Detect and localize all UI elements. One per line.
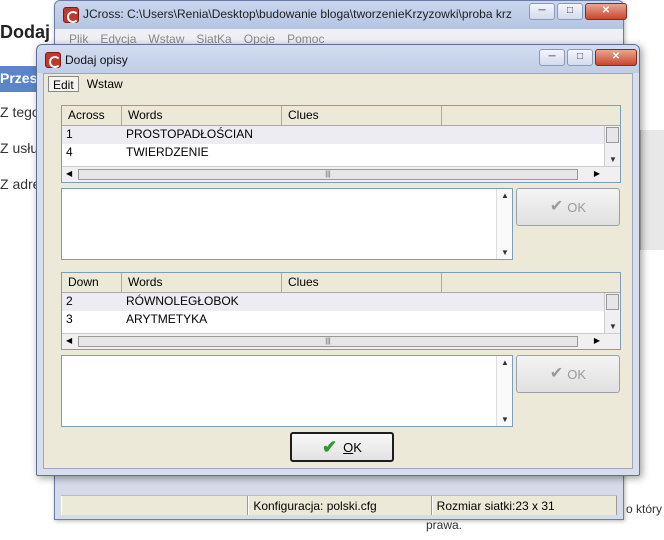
row-number: 4 — [66, 145, 73, 159]
menu-edit[interactable]: Edit — [48, 76, 79, 92]
check-icon: ✔ — [549, 198, 564, 215]
scroll-left-icon[interactable]: ◀ — [66, 336, 72, 345]
vertical-scrollbar[interactable]: ▲ ▼ — [496, 356, 512, 426]
horizontal-scrollbar[interactable]: ◀ ||| ▶ — [62, 166, 620, 182]
dialog-window-controls: ─ □ ✕ — [539, 49, 637, 66]
col-header-clues[interactable]: Clues — [282, 106, 442, 125]
menu-wstaw[interactable]: Wstaw — [83, 76, 127, 92]
across-clue-input[interactable]: ▲ ▼ — [61, 188, 513, 260]
scroll-down-icon[interactable]: ▼ — [609, 322, 617, 331]
vertical-scrollbar[interactable]: ▼ — [604, 293, 620, 333]
scroll-up-icon[interactable]: ▲ — [501, 358, 509, 367]
bg-side-panel — [640, 130, 664, 250]
row-word: TWIERDZENIE — [126, 145, 209, 159]
row-word: RÓWNOLEGŁOBOK — [126, 294, 239, 308]
dodaj-opisy-dialog: Dodaj opisy ─ □ ✕ Edit Wstaw Across Word… — [36, 44, 640, 476]
status-empty — [61, 496, 249, 515]
minimize-button[interactable]: ─ — [529, 3, 555, 20]
row-word: PROSTOPADŁOŚCIAN — [126, 127, 253, 141]
bg-bottom-text: prawa. — [426, 518, 463, 532]
vertical-scrollbar[interactable]: ▼ — [604, 126, 620, 166]
down-grid-header: Down Words Clues — [62, 273, 620, 293]
down-grid[interactable]: Down Words Clues 2 RÓWNOLEGŁOBOK 3 ARYTM… — [61, 272, 621, 350]
main-window-controls: ─ □ ✕ — [529, 3, 627, 20]
row-clue[interactable] — [282, 144, 442, 162]
col-header-words[interactable]: Words — [122, 273, 282, 292]
row-clue[interactable] — [282, 293, 442, 311]
scroll-thumb[interactable]: ||| — [78, 336, 578, 347]
scroll-right-icon[interactable]: ▶ — [594, 169, 600, 178]
horizontal-scrollbar[interactable]: ◀ ||| ▶ — [62, 333, 620, 349]
main-titlebar[interactable]: JCross: C:\Users\Renia\Desktop\budowanie… — [55, 1, 627, 29]
maximize-button[interactable]: □ — [557, 3, 583, 20]
across-ok-button[interactable]: ✔ OK — [516, 188, 620, 226]
col-header-words[interactable]: Words — [122, 106, 282, 125]
across-grid[interactable]: Across Words Clues 1 PROSTOPADŁOŚCIAN 4 … — [61, 105, 621, 183]
col-header-across[interactable]: Across — [62, 106, 122, 125]
main-window-title: JCross: C:\Users\Renia\Desktop\budowanie… — [83, 7, 513, 21]
row-clue[interactable] — [282, 126, 442, 144]
col-header-down[interactable]: Down — [62, 273, 122, 292]
table-row[interactable]: 2 RÓWNOLEGŁOBOK — [62, 293, 620, 311]
close-button[interactable]: ✕ — [585, 3, 627, 20]
dialog-menubar: Edit Wstaw — [44, 74, 632, 94]
vertical-scrollbar[interactable]: ▲ ▼ — [496, 189, 512, 259]
maximize-button[interactable]: □ — [567, 49, 593, 66]
scroll-down-icon[interactable]: ▼ — [501, 248, 509, 257]
check-icon: ✔ — [549, 365, 564, 382]
table-row[interactable]: 3 ARYTMETYKA — [62, 311, 620, 329]
row-number: 3 — [66, 312, 73, 326]
bg-bottom-text: o który — [626, 502, 663, 516]
col-header-clues[interactable]: Clues — [282, 273, 442, 292]
scroll-left-icon[interactable]: ◀ — [66, 169, 72, 178]
ok-mnemonic: O — [343, 439, 354, 455]
dialog-titlebar[interactable]: Dodaj opisy ─ □ ✕ — [37, 45, 639, 73]
row-clue[interactable] — [282, 311, 442, 329]
minimize-button[interactable]: ─ — [539, 49, 565, 66]
bg-text-line: Z adre — [0, 176, 41, 192]
scroll-thumb[interactable]: ||| — [78, 169, 578, 180]
status-config: Konfiguracja: polski.cfg — [248, 496, 432, 515]
dialog-body: Edit Wstaw Across Words Clues 1 PROSTOPA… — [43, 73, 633, 469]
ok-label: OK — [343, 440, 362, 455]
row-number: 1 — [66, 127, 73, 141]
scroll-up-icon[interactable]: ▲ — [501, 191, 509, 200]
status-grid-size: Rozmiar siatki:23 x 31 — [431, 496, 617, 515]
dialog-title: Dodaj opisy — [65, 53, 128, 67]
jcross-app-icon — [45, 52, 61, 68]
table-row[interactable]: 4 TWIERDZENIE — [62, 144, 620, 162]
scroll-right-icon[interactable]: ▶ — [594, 336, 600, 345]
table-row[interactable]: 1 PROSTOPADŁOŚCIAN — [62, 126, 620, 144]
row-number: 2 — [66, 294, 73, 308]
scroll-down-icon[interactable]: ▼ — [501, 415, 509, 424]
row-word: ARYTMETYKA — [126, 312, 208, 326]
bg-text-line: Z usłu — [0, 140, 39, 156]
ok-label: OK — [567, 366, 587, 382]
scroll-down-icon[interactable]: ▼ — [609, 155, 617, 164]
scroll-thumb[interactable] — [606, 127, 619, 143]
dialog-ok-button[interactable]: ✔ OK — [290, 432, 394, 462]
down-ok-button[interactable]: ✔ OK — [516, 355, 620, 393]
down-clue-input[interactable]: ▲ ▼ — [61, 355, 513, 427]
across-grid-header: Across Words Clues — [62, 106, 620, 126]
jcross-app-icon — [63, 7, 79, 23]
bg-text-line: Z tego — [0, 104, 40, 120]
close-button[interactable]: ✕ — [595, 49, 637, 66]
ok-label-rest: K — [353, 439, 362, 455]
ok-label: OK — [567, 199, 587, 215]
status-bar: Konfiguracja: polski.cfg Rozmiar siatki:… — [61, 495, 617, 515]
scroll-thumb[interactable] — [606, 294, 619, 310]
check-icon: ✔ — [322, 437, 338, 457]
